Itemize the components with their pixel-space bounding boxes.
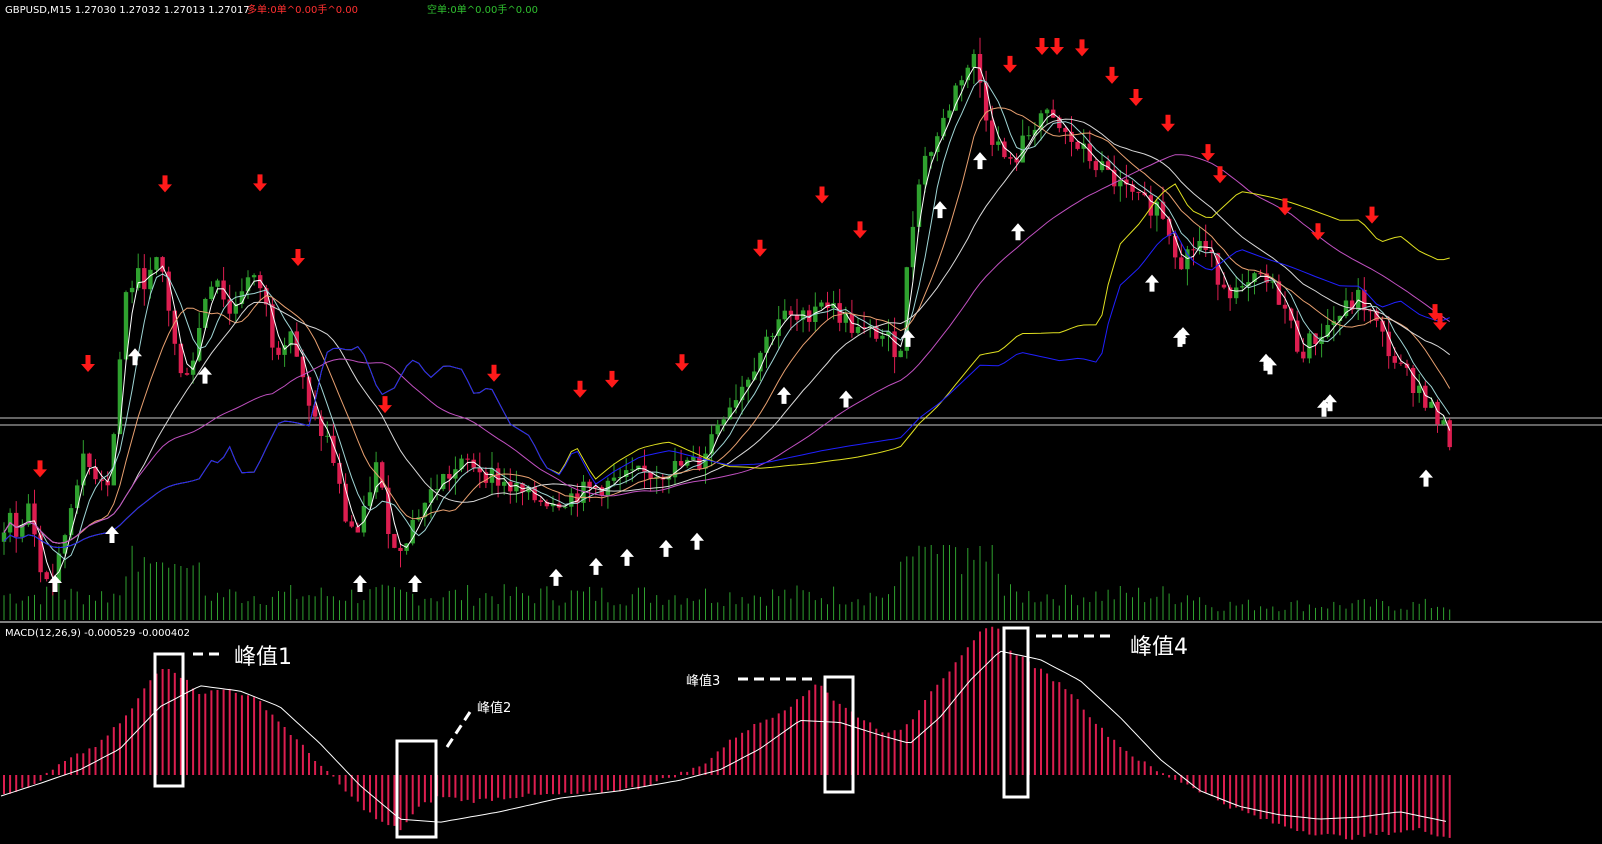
bull-candle: [514, 483, 519, 492]
bull-candle: [563, 506, 568, 508]
chart-canvas: GBPUSD,M15 1.27030 1.27032 1.27013 1.270…: [0, 0, 1602, 844]
bull-candle: [971, 54, 977, 68]
bear-candle: [587, 481, 592, 487]
bull-candle: [1307, 333, 1312, 359]
bull-candle: [910, 226, 916, 268]
bull-candle: [819, 302, 824, 307]
bear-candle: [1282, 304, 1288, 309]
bull-candle: [81, 453, 86, 486]
bear-candle: [1093, 161, 1099, 171]
bull-candle: [209, 286, 214, 299]
bull-candle: [129, 287, 135, 293]
bear-candle: [495, 468, 501, 486]
bull-candle: [855, 327, 861, 333]
bear-candle: [788, 310, 794, 315]
macd-label: MACD(12,26,9) -0.000529 -0.000402: [5, 628, 190, 639]
bear-candle: [1173, 235, 1178, 258]
bear-candle: [1221, 284, 1227, 288]
bull-candle: [880, 335, 885, 339]
bull-candle: [996, 141, 1001, 145]
bull-candle: [922, 155, 928, 185]
bull-candle: [434, 489, 440, 491]
bull-candle: [1441, 420, 1446, 425]
bear-candle: [270, 304, 275, 348]
symbol-info: GBPUSD,M15 1.27030 1.27032 1.27013 1.270…: [5, 5, 250, 16]
bull-candle: [898, 350, 903, 358]
bull-candle: [1240, 286, 1245, 288]
bear-candle: [1398, 362, 1404, 364]
bull-candle: [916, 184, 922, 227]
bull-candle: [1044, 109, 1050, 114]
bear-candle: [447, 474, 452, 479]
bull-candle: [569, 493, 574, 507]
bull-candle: [611, 477, 617, 481]
bear-candle: [1392, 356, 1397, 363]
bear-candle: [87, 453, 92, 467]
bull-candle: [251, 275, 257, 278]
bear-candle: [1276, 281, 1282, 305]
bear-candle: [392, 534, 397, 548]
bear-candle: [14, 512, 19, 537]
chart-background: [0, 0, 1602, 844]
bull-candle: [953, 85, 958, 111]
bull-candle: [1026, 135, 1031, 137]
bull-candle: [154, 257, 159, 270]
bull-candle: [782, 310, 787, 320]
bear-candle: [1295, 320, 1300, 352]
bear-candle: [1008, 157, 1013, 159]
bear-candle: [1203, 241, 1208, 250]
bull-candle: [148, 269, 153, 290]
bull-candle: [941, 117, 946, 137]
bear-candle: [349, 521, 354, 527]
bear-candle: [1191, 249, 1196, 251]
bear-candle: [32, 503, 37, 535]
bear-candle: [398, 547, 403, 551]
bear-candle: [276, 347, 281, 355]
bull-candle: [325, 435, 330, 437]
long-position-info: 多单:0单^0.00手^0.00: [247, 3, 358, 16]
bull-candle: [1417, 385, 1422, 393]
bear-candle: [184, 373, 190, 375]
bear-candle: [142, 268, 147, 290]
bear-candle: [1435, 401, 1440, 425]
bear-candle: [990, 120, 995, 145]
bear-candle: [44, 572, 49, 580]
bull-candle: [709, 434, 714, 454]
short-position-info: 空单:0单^0.00手^0.00: [427, 3, 538, 16]
bull-candle: [215, 280, 220, 287]
bull-candle: [1343, 300, 1349, 316]
bear-candle: [1166, 218, 1172, 236]
bear-candle: [1447, 420, 1452, 448]
peak1-label: 峰值1: [234, 645, 292, 670]
bull-candle: [288, 331, 293, 346]
bear-candle: [465, 458, 470, 460]
bull-candle: [929, 152, 934, 156]
peak2-label: 峰值2: [477, 700, 511, 716]
bull-candle: [770, 335, 775, 337]
bear-candle: [221, 280, 226, 300]
bear-candle: [678, 461, 684, 466]
bull-candle: [959, 80, 964, 86]
bear-candle: [1301, 351, 1306, 359]
bull-candle: [715, 424, 720, 435]
peak4-label: 峰值4: [1130, 635, 1188, 660]
bull-candle: [630, 469, 635, 471]
bull-candle: [1234, 287, 1239, 299]
bear-candle: [538, 500, 543, 502]
bull-candle: [502, 481, 507, 486]
peak3-label: 峰值3: [686, 673, 720, 689]
bear-candle: [837, 303, 842, 323]
bear-candle: [794, 314, 800, 320]
bear-candle: [1075, 141, 1080, 149]
bear-candle: [1136, 191, 1141, 193]
bear-candle: [1179, 257, 1184, 270]
